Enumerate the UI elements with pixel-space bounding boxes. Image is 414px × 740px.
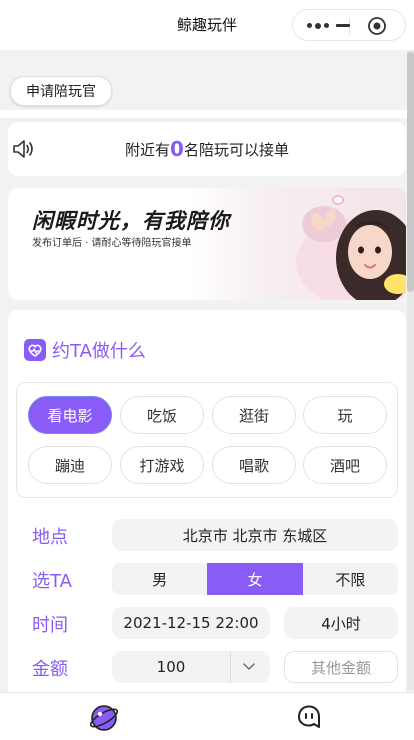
order-form-card: 约TA做什么 看电影 吃饭 逛街 玩 蹦迪 打游戏 唱歌 酒吧 地点 北京市 北… [8, 310, 406, 710]
activity-chip[interactable]: 唱歌 [212, 446, 296, 484]
notice-suffix: 名陪玩可以接单 [183, 140, 289, 159]
divider-strip [0, 110, 407, 118]
planet-icon[interactable] [89, 703, 119, 733]
activity-chip[interactable]: 酒吧 [303, 446, 387, 484]
more-dots-icon[interactable] [305, 19, 335, 33]
minimize-icon[interactable] [336, 24, 350, 27]
activity-chip[interactable]: 打游戏 [120, 446, 204, 484]
nearby-count: 0 [170, 137, 184, 161]
nav-bar: 鲸趣玩伴 [0, 0, 414, 50]
mini-program-capsule [292, 9, 406, 41]
promo-banner[interactable]: 闲暇时光，有我陪你 发布订单后 · 请耐心等待陪玩官接单 [8, 188, 406, 300]
gender-option-any[interactable]: 不限 [302, 563, 398, 595]
notice-prefix: 附近有 [125, 140, 171, 159]
activity-options: 看电影 吃饭 逛街 玩 蹦迪 打游戏 唱歌 酒吧 [16, 382, 398, 498]
location-label: 地点 [32, 527, 68, 548]
section-title-text: 约TA做什么 [52, 341, 146, 362]
amount-value: 100 [156, 658, 186, 676]
gender-selector: 男 女 不限 [112, 563, 398, 595]
duration-picker[interactable]: 4小时 [284, 607, 398, 639]
gender-label: 选TA [32, 571, 72, 592]
amount-divider [230, 651, 231, 683]
activity-chip[interactable]: 逛街 [212, 396, 296, 434]
banner-title: 闲暇时光，有我陪你 [32, 209, 230, 233]
other-amount-input[interactable]: 其他金额 [284, 651, 398, 683]
location-picker[interactable]: 北京市 北京市 东城区 [112, 519, 398, 551]
heart-badge-icon [24, 339, 46, 361]
banner-photo [296, 195, 406, 300]
activity-chip[interactable]: 看电影 [28, 396, 112, 434]
notice-text: 附近有 0 名陪玩可以接单 [8, 122, 406, 176]
close-circle-icon[interactable] [367, 16, 387, 36]
gender-option-male[interactable]: 男 [112, 563, 208, 595]
amount-label: 金额 [32, 659, 68, 680]
activity-chip[interactable]: 玩 [303, 396, 387, 434]
scrollbar-thumb[interactable] [407, 52, 414, 292]
amount-select[interactable]: 100 [112, 651, 270, 683]
activity-chip[interactable]: 吃饭 [120, 396, 204, 434]
gender-option-female[interactable]: 女 [207, 563, 303, 595]
notice-bar: 附近有 0 名陪玩可以接单 [8, 122, 406, 176]
section-title: 约TA做什么 [24, 338, 146, 362]
time-picker[interactable]: 2021-12-15 22:00 [112, 607, 270, 639]
time-label: 时间 [32, 615, 68, 636]
banner-subtitle: 发布订单后 · 请耐心等待陪玩官接单 [32, 238, 192, 249]
tab-bar [0, 692, 414, 740]
activity-chip[interactable]: 蹦迪 [28, 446, 112, 484]
chat-face-icon[interactable] [295, 703, 323, 731]
chevron-down-icon[interactable] [242, 661, 256, 673]
apply-companion-button[interactable]: 申请陪玩官 [10, 76, 112, 106]
